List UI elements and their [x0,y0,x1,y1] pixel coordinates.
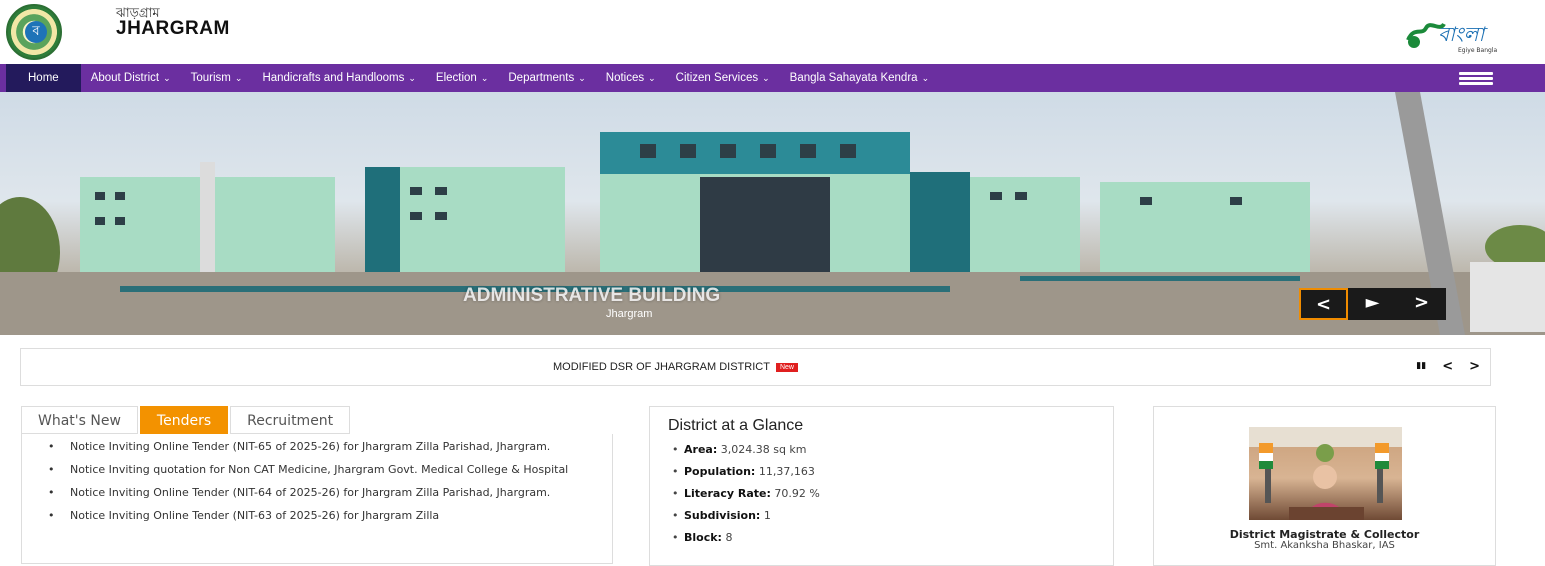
tab-tenders[interactable]: Tenders [139,406,229,434]
glance-value: 1 [763,509,771,522]
glance-title: District at a Glance [668,417,804,434]
new-badge: New [775,362,798,372]
slider-next-button[interactable]: > [1397,288,1446,320]
glance-row: Population: 11,37,163 [668,465,1095,478]
list-item[interactable]: Notice Inviting Online Tender (NIT-65 of… [48,440,602,453]
glance-row: Literacy Rate: 70.92 % [668,487,1095,500]
nav-bangla-sahayata-kendra[interactable]: Bangla Sahayata Kendra ⌄ [780,64,939,92]
glance-row: Block: 8 [668,531,1095,544]
ticker-controls: ▮▮ < > [1416,359,1480,374]
notice-tabs: What's New Tenders Recruitment [21,406,352,434]
ticker-item: MODIFIED DSR OF JHARGRAM DISTRICT New [553,361,798,373]
nav-about-district-label: About District [90,72,160,84]
nav-citizen-services[interactable]: Citizen Services ⌄ [666,64,780,92]
slider-controls: < ► > [1299,288,1446,320]
chevron-down-icon: ⌄ [648,73,656,83]
glance-row: Subdivision: 1 [668,509,1095,522]
main-nav: Home About District ⌄ Tourism ⌄ Handicraft… [0,64,1545,92]
nav-election[interactable]: Election ⌄ [426,64,498,92]
ticker-pause-button[interactable]: ▮▮ [1416,359,1426,374]
menu-hamburger-icon[interactable] [1459,72,1493,85]
ticker-prev-button[interactable]: < [1442,359,1453,374]
glance-value: 70.92 % [774,487,820,500]
banner-caption: ADMINISTRATIVE BUILDING [463,285,721,306]
list-item[interactable]: Notice Inviting quotation for Non CAT Me… [48,463,602,476]
nav-departments-label: Departments [508,72,575,84]
chevron-down-icon: ⌄ [480,73,489,83]
ticker-text[interactable]: MODIFIED DSR OF JHARGRAM DISTRICT [553,361,770,373]
tab-whats-new[interactable]: What's New [21,406,138,434]
hero-banner: ADMINISTRATIVE BUILDING Jhargram < ► > [0,92,1545,335]
nav-citizen-services-label: Citizen Services [675,72,759,84]
emblem-letter: ব [25,21,47,43]
news-ticker: MODIFIED DSR OF JHARGRAM DISTRICT New ▮▮ … [20,348,1491,386]
nav-handicrafts-label: Handicrafts and Handlooms [262,72,405,84]
bangla-logo-text: বাংলা [1438,22,1488,46]
nav-departments[interactable]: Departments ⌄ [498,64,595,92]
district-magistrate-panel: District Magistrate & Collector Smt. Aka… [1153,406,1496,566]
ticker-next-button[interactable]: > [1469,359,1480,374]
dm-portrait-image [1249,427,1402,520]
glance-label: Area: [684,443,718,456]
glance-label: Block: [684,531,722,544]
nav-election-label: Election [435,72,477,84]
glance-value: 11,37,163 [758,465,815,478]
chevron-down-icon: ⌄ [921,73,930,83]
glance-row: Area: 3,024.38 sq km [668,443,1095,456]
bangla-logo-sub: Egiye Bangla [1458,47,1497,54]
nav-tourism-label: Tourism [190,72,231,84]
brand-title[interactable]: JHARGRAM [116,18,230,40]
nav-about-district[interactable]: About District ⌄ [81,64,181,92]
nav-home-label: Home [28,72,59,84]
tab-recruitment[interactable]: Recruitment [230,406,351,434]
nav-notices[interactable]: Notices ⌄ [596,64,666,92]
site-header: ব ঝাড়গ্রাম JHARGRAM বাংলা Egiye Bangla [0,0,1545,64]
list-item[interactable]: Notice Inviting Online Tender (NIT-64 of… [48,486,602,499]
dm-photo[interactable] [1249,427,1402,520]
tender-list: Notice Inviting Online Tender (NIT-65 of… [21,434,613,564]
dm-name: Smt. Akanksha Bhaskar, IAS [1254,540,1395,551]
district-glance-panel: District at a Glance Area: 3,024.38 sq k… [649,406,1114,566]
nav-bsk-label: Bangla Sahayata Kendra [789,72,918,84]
chevron-down-icon: ⌄ [578,73,586,83]
egiye-bangla-logo-icon[interactable]: বাংলা Egiye Bangla [1400,6,1506,56]
chevron-down-icon: ⌄ [163,73,171,83]
chevron-down-icon: ⌄ [408,73,416,83]
glance-label: Literacy Rate: [684,487,771,500]
glance-label: Subdivision: [684,509,761,522]
slider-prev-button[interactable]: < [1299,288,1348,320]
slider-play-button[interactable]: ► [1348,288,1397,320]
chevron-down-icon: ⌄ [762,73,770,83]
glance-value: 8 [725,531,733,544]
nav-tourism[interactable]: Tourism ⌄ [181,64,253,92]
nav-home[interactable]: Home [6,64,81,92]
chevron-down-icon: ⌄ [234,73,243,83]
nav-handicrafts[interactable]: Handicrafts and Handlooms ⌄ [252,64,425,92]
nav-notices-label: Notices [605,72,645,84]
glance-value: 3,024.38 sq km [720,443,807,456]
district-emblem-icon[interactable]: ব [6,4,62,60]
banner-subcaption: Jhargram [606,308,653,320]
glance-label: Population: [684,465,756,478]
list-item[interactable]: Notice Inviting Online Tender (NIT-63 of… [48,509,602,522]
